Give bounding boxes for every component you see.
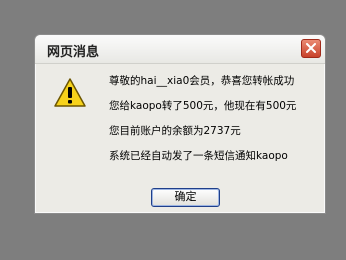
message-line-3: 您目前账户的余额为2737元	[109, 125, 241, 137]
dialog-titlebar: 网页消息	[35, 35, 325, 64]
close-button[interactable]	[301, 39, 321, 58]
message-line-2: 您给kaopo转了500元，他现在有500元	[109, 100, 297, 112]
close-icon	[306, 43, 316, 53]
message-line-4: 系统已经自动发了一条短信通知kaopo	[109, 150, 288, 162]
warning-icon	[54, 78, 86, 107]
message-line-1: 尊敬的hai__xia0会员，恭喜您转帐成功	[109, 75, 295, 87]
dialog-title: 网页消息	[47, 45, 100, 60]
ok-button[interactable]: 确定	[151, 188, 220, 207]
message-dialog: 网页消息 尊敬的hai__xia0会员，恭喜您转帐成功 您给kaopo转了500…	[34, 34, 326, 214]
